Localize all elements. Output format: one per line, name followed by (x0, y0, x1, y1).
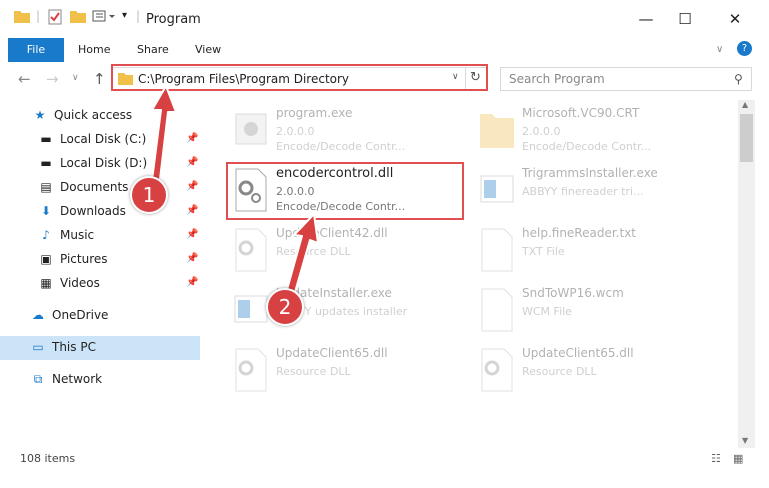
step-one-badge: 1 (130, 176, 168, 214)
annotation-arrows (149, 85, 319, 307)
step-two-badge: 2 (266, 288, 304, 326)
